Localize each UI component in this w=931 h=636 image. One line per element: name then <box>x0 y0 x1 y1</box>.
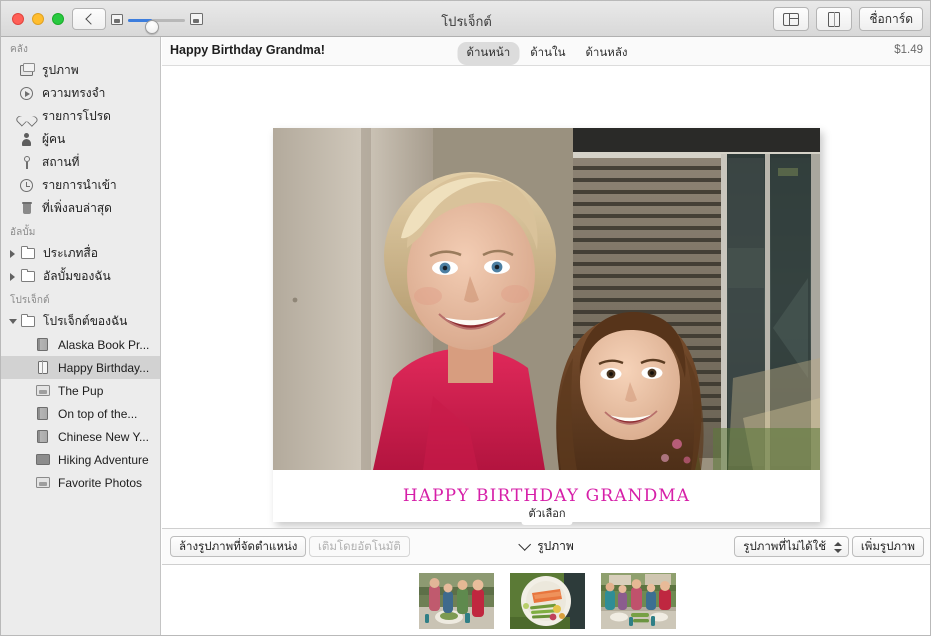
sidebar-item-label: ความทรงจำ <box>42 84 105 103</box>
folder-icon <box>20 246 37 262</box>
photo-thumbnail-strip[interactable] <box>162 565 931 636</box>
folder-icon <box>20 314 37 330</box>
toolbar-right-group: ชื่อการ์ด <box>773 7 923 31</box>
chevron-down-icon[interactable] <box>9 314 18 330</box>
chevron-down-icon <box>518 538 531 551</box>
sidebar-item-places[interactable]: สถานที่ <box>1 151 160 174</box>
sidebar-item-label: ประเภทสื่อ <box>43 244 98 263</box>
up-down-chevron-icon <box>834 541 842 554</box>
book-icon <box>35 337 52 353</box>
sidebar-item-label: สถานที่ <box>42 153 79 172</box>
sidebar-item-my-albums[interactable]: อัลบั้มของฉัน <box>1 265 160 288</box>
bottom-toolbar: ล้างรูปภาพที่จัดตำแหน่ง เติมโดยอัตโนมัติ… <box>162 528 931 565</box>
tab-card-back[interactable]: ด้านหลัง <box>576 42 636 65</box>
sidebar-item-label: Favorite Photos <box>58 476 142 490</box>
chevron-right-icon[interactable] <box>9 246 18 262</box>
book-icon <box>35 406 52 422</box>
sidebar-item-label: The Pup <box>58 384 103 398</box>
thumbnail-item[interactable] <box>601 573 676 629</box>
slideshow-icon <box>35 475 52 491</box>
book-icon <box>35 429 52 445</box>
sidebar-section-header-albums: อัลบั้ม <box>1 220 160 242</box>
trash-icon <box>19 201 36 217</box>
options-button[interactable]: ตัวเลือก <box>521 502 572 525</box>
group-at-dinner-table-thumb <box>601 573 676 629</box>
sidebar-item-the-pup[interactable]: The Pup <box>1 379 160 402</box>
card-preview-icon <box>828 12 840 27</box>
sidebar-item-label: รายการนำเข้า <box>42 176 117 195</box>
tab-card-inside[interactable]: ด้านใน <box>521 42 574 65</box>
sidebar-item-people[interactable]: ผู้คน <box>1 128 160 151</box>
photos-filter-menu[interactable]: รูปภาพ <box>520 537 574 556</box>
split-view-button[interactable] <box>773 7 809 31</box>
family-dinner-outdoors-thumb <box>419 573 494 629</box>
card-preview-button[interactable] <box>816 7 852 31</box>
sidebar-item-label: Chinese New Y... <box>58 430 149 444</box>
clock-icon <box>19 178 36 194</box>
split-view-icon <box>783 13 799 26</box>
map-pin-icon <box>19 155 36 171</box>
card-side-segmented-control[interactable]: ด้านหน้า ด้านใน ด้านหลัง <box>458 42 637 65</box>
photo-filter-value: รูปภาพที่ไม่ได้ใช้ <box>743 538 826 556</box>
photos-app-window: โปรเจ็กต์ ชื่อการ์ด คลัง รูปภาพ ความทรงจ… <box>0 0 931 636</box>
main-content: Happy Birthday Grandma! ด้านหน้า ด้านใน … <box>162 37 931 636</box>
card-preview[interactable]: HAPPY BIRTHDAY GRANDMA <box>273 128 820 522</box>
sidebar-item-memories[interactable]: ความทรงจำ <box>1 82 160 105</box>
price-label: $1.49 <box>894 44 923 56</box>
card-name-button[interactable]: ชื่อการ์ด <box>859 7 923 31</box>
sidebar-item-hiking-adventure[interactable]: Hiking Adventure <box>1 448 160 471</box>
sidebar-item-imports[interactable]: รายการนำเข้า <box>1 174 160 197</box>
sidebar-item-label: On top of the... <box>58 407 137 421</box>
sidebar-item-label: รูปภาพ <box>42 61 79 80</box>
sidebar-item-label: โปรเจ็กต์ของฉัน <box>43 312 127 331</box>
project-header-bar: Happy Birthday Grandma! ด้านหน้า ด้านใน … <box>162 37 931 66</box>
sidebar[interactable]: คลัง รูปภาพ ความทรงจำ รายการโปรด ผู้คน ส… <box>1 37 161 636</box>
photos-icon <box>19 63 36 79</box>
sidebar-section-header-library: คลัง <box>1 37 160 59</box>
folder-icon <box>20 269 37 285</box>
sidebar-item-label: Alaska Book Pr... <box>58 338 149 352</box>
page-title: Happy Birthday Grandma! <box>170 43 325 57</box>
card-icon <box>35 360 52 376</box>
sidebar-item-label: อัลบั้มของฉัน <box>43 267 111 286</box>
slideshow-icon <box>35 383 52 399</box>
sidebar-item-favorites[interactable]: รายการโปรด <box>1 105 160 128</box>
sidebar-item-happy-birthday[interactable]: Happy Birthday... <box>1 356 160 379</box>
heart-icon <box>19 109 36 125</box>
salmon-plate-closeup-thumb <box>510 573 585 629</box>
thumbnail-item[interactable] <box>510 573 585 629</box>
person-icon <box>19 132 36 148</box>
thumbnail-item[interactable] <box>419 573 494 629</box>
photo-filter-select[interactable]: รูปภาพที่ไม่ได้ใช้ <box>734 536 849 557</box>
sidebar-item-alaska-book[interactable]: Alaska Book Pr... <box>1 333 160 356</box>
sidebar-item-label: ที่เพิ่งลบล่าสุด <box>42 199 112 218</box>
sidebar-item-label: Hiking Adventure <box>58 453 149 467</box>
sidebar-item-on-top-of-the[interactable]: On top of the... <box>1 402 160 425</box>
autofill-button[interactable]: เติมโดยอัตโนมัติ <box>309 536 410 557</box>
clear-placed-photos-button[interactable]: ล้างรูปภาพที่จัดตำแหน่ง <box>170 536 306 557</box>
sidebar-item-my-projects[interactable]: โปรเจ็กต์ของฉัน <box>1 310 160 333</box>
add-photos-button[interactable]: เพิ่มรูปภาพ <box>852 536 924 557</box>
sidebar-item-media-types[interactable]: ประเภทสื่อ <box>1 242 160 265</box>
sidebar-section-header-projects: โปรเจ็กต์ <box>1 288 160 310</box>
title-bar: โปรเจ็กต์ ชื่อการ์ด <box>1 1 931 37</box>
sidebar-item-label: รายการโปรด <box>42 107 111 126</box>
tab-card-front[interactable]: ด้านหน้า <box>458 42 520 65</box>
sidebar-item-recently-deleted[interactable]: ที่เพิ่งลบล่าสุด <box>1 197 160 220</box>
photos-filter-label: รูปภาพ <box>537 537 574 556</box>
card-photo[interactable] <box>273 128 820 470</box>
sidebar-item-photos[interactable]: รูปภาพ <box>1 59 160 82</box>
slideshow-dark-icon <box>35 452 52 468</box>
sidebar-item-label: ผู้คน <box>42 130 65 149</box>
sidebar-item-chinese-new-year[interactable]: Chinese New Y... <box>1 425 160 448</box>
sidebar-item-label: Happy Birthday... <box>58 361 149 375</box>
card-canvas: HAPPY BIRTHDAY GRANDMA ตัวเลือก <box>162 66 931 528</box>
sidebar-item-favorite-photos[interactable]: Favorite Photos <box>1 471 160 494</box>
grandma-and-girl-photo <box>273 128 820 470</box>
memories-icon <box>19 86 36 102</box>
chevron-right-icon[interactable] <box>9 269 18 285</box>
